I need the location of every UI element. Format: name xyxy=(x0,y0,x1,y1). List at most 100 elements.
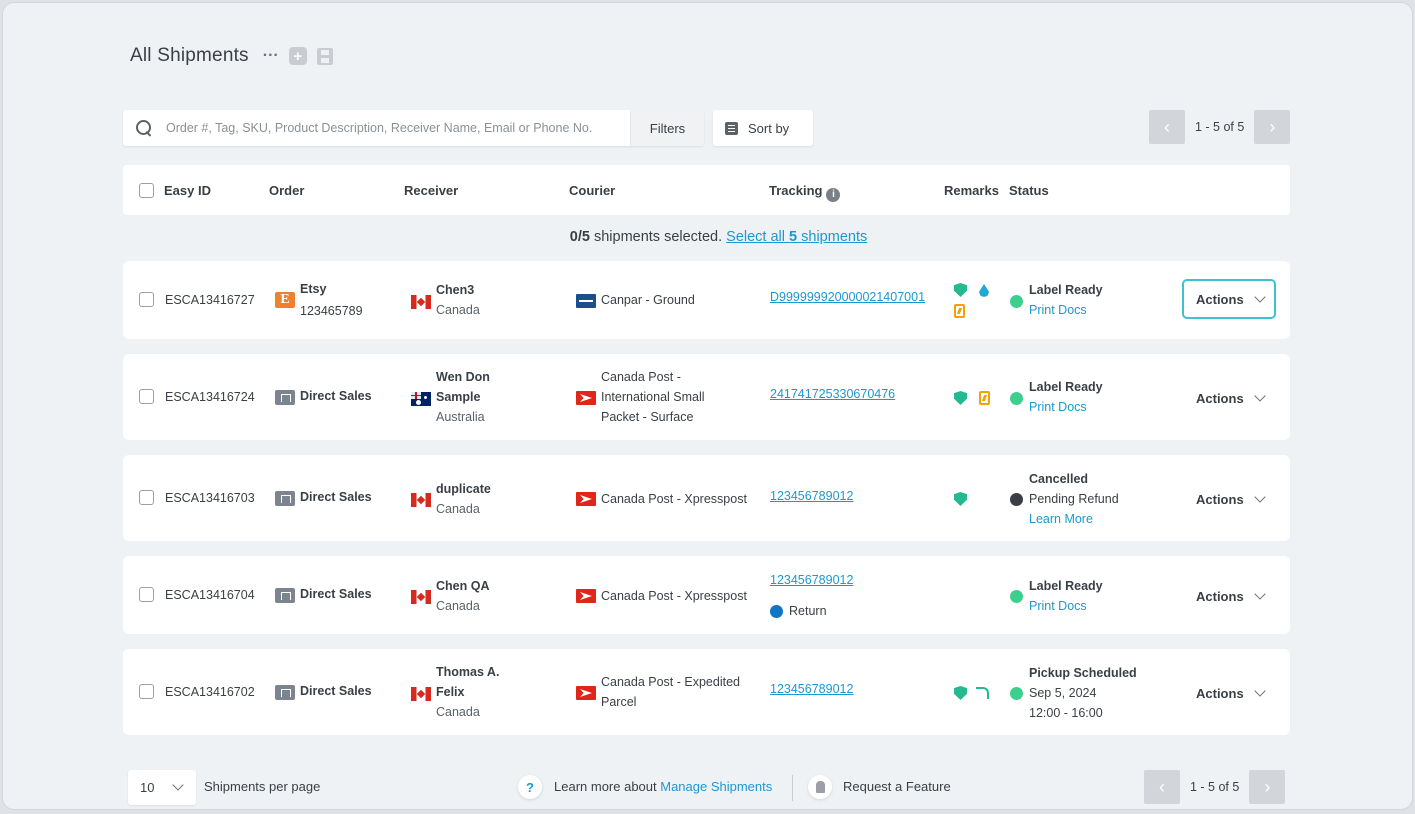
easy-id: ESCA13416704 xyxy=(165,588,255,602)
receiver-country: Canada xyxy=(436,599,480,613)
insurance-shield-icon xyxy=(954,686,967,700)
header-status: Status xyxy=(1009,183,1049,198)
page-title: All Shipments xyxy=(130,45,249,66)
actions-dropdown[interactable]: Actions xyxy=(1184,576,1278,616)
actions-label: Actions xyxy=(1196,291,1244,307)
order-number: 123465789 xyxy=(300,304,363,318)
chevron-down-icon xyxy=(1254,389,1266,402)
pagination-top: ‹ 1 - 5 of 5 › xyxy=(1149,110,1291,144)
request-feature-link[interactable]: Request a Feature xyxy=(843,779,951,794)
receiver-country: Canada xyxy=(436,705,480,719)
filters-button[interactable]: Filters xyxy=(630,110,704,146)
actions-dropdown[interactable]: Actions xyxy=(1184,378,1278,418)
footer-divider xyxy=(792,775,793,801)
row-checkbox[interactable] xyxy=(139,587,154,602)
header-easy-id: Easy ID xyxy=(164,183,211,198)
order-source: Direct Sales xyxy=(300,490,372,504)
pagination-range: 1 - 5 of 5 xyxy=(1190,780,1240,794)
courier-name-line-2: International Small xyxy=(601,390,705,404)
page-header: All Shipments ··· + xyxy=(130,45,333,67)
order-source: Direct Sales xyxy=(300,587,372,601)
next-page-button[interactable]: › xyxy=(1254,110,1291,144)
pagination-range: 1 - 5 of 5 xyxy=(1195,120,1245,134)
header-tracking: Tracking i xyxy=(769,183,841,202)
store-icon xyxy=(275,685,295,700)
save-view-icon[interactable] xyxy=(316,47,333,65)
canada-post-logo-icon xyxy=(576,686,596,700)
prev-page-button[interactable]: ‹ xyxy=(1149,110,1185,144)
per-page-select[interactable]: 10 xyxy=(128,770,196,805)
canada-flag-icon xyxy=(411,493,431,507)
status-dot xyxy=(1010,392,1023,405)
store-icon xyxy=(275,390,295,405)
actions-label: Actions xyxy=(1196,588,1244,604)
actions-dropdown[interactable]: Actions xyxy=(1184,673,1278,713)
print-docs-link[interactable]: Print Docs xyxy=(1029,300,1087,320)
row-checkbox[interactable] xyxy=(139,292,154,307)
australia-flag-icon xyxy=(411,392,431,406)
print-docs-link[interactable]: Print Docs xyxy=(1029,397,1087,417)
actions-label: Actions xyxy=(1196,685,1244,701)
receiver-name: Wen Don xyxy=(436,370,490,384)
next-page-button[interactable]: › xyxy=(1249,770,1286,804)
sort-by-button[interactable]: Sort by xyxy=(713,110,813,146)
easy-id: ESCA13416703 xyxy=(165,491,255,505)
canada-post-logo-icon xyxy=(576,391,596,405)
liquid-drop-icon xyxy=(979,284,989,297)
select-all-checkbox[interactable] xyxy=(139,183,154,198)
feature-request-icon[interactable] xyxy=(808,775,832,799)
prev-page-button[interactable]: ‹ xyxy=(1144,770,1180,804)
table-header: Easy ID Order Receiver Courier Tracking i… xyxy=(123,165,1290,215)
info-icon[interactable]: i xyxy=(826,188,841,202)
actions-dropdown[interactable]: Actions xyxy=(1182,279,1276,319)
actions-label: Actions xyxy=(1196,390,1244,406)
status-label: Cancelled xyxy=(1029,472,1089,486)
status-dot xyxy=(1010,687,1023,700)
tracking-link[interactable]: 241741725330670476 xyxy=(770,384,895,404)
insurance-shield-icon xyxy=(954,492,967,506)
header-receiver: Receiver xyxy=(404,183,459,198)
easy-id: ESCA13416727 xyxy=(165,293,255,307)
search-input[interactable] xyxy=(166,121,616,135)
return-dot xyxy=(770,605,783,618)
add-view-icon[interactable]: + xyxy=(288,47,307,65)
row-checkbox[interactable] xyxy=(139,389,154,404)
more-options-icon[interactable]: ··· xyxy=(263,47,279,65)
print-docs-link[interactable]: Print Docs xyxy=(1029,596,1087,616)
selection-info: 0/5 shipments selected. Select all 5 shi… xyxy=(3,229,1412,245)
manage-shipments-link[interactable]: Manage Shipments xyxy=(660,779,772,794)
easy-id: ESCA13416702 xyxy=(165,685,255,699)
help-icon[interactable]: ? xyxy=(518,775,542,799)
actions-label: Actions xyxy=(1196,491,1244,507)
insurance-shield-icon xyxy=(954,391,967,405)
row-checkbox[interactable] xyxy=(139,490,154,505)
canada-flag-icon xyxy=(411,590,431,604)
status-label: Pickup Scheduled xyxy=(1029,666,1137,680)
per-page-label: Shipments per page xyxy=(204,779,321,794)
select-all-link[interactable]: Select all 5 shipments xyxy=(726,229,867,245)
tracking-link[interactable]: 123456789012 xyxy=(770,570,853,590)
header-tracking-label: Tracking xyxy=(769,183,823,198)
learn-more-link[interactable]: Learn More xyxy=(1029,509,1093,529)
courier-name-line-2: Parcel xyxy=(601,695,637,709)
courier-name: Canada Post - Expedited xyxy=(601,675,740,689)
actions-dropdown[interactable]: Actions xyxy=(1184,479,1278,519)
status-label: Label Ready xyxy=(1029,380,1103,394)
pagination-bottom: ‹ 1 - 5 of 5 › xyxy=(1144,770,1286,804)
learn-more-text: Learn more about Manage Shipments xyxy=(554,779,773,794)
pickup-time: 12:00 - 16:00 xyxy=(1029,706,1103,720)
per-page-value: 10 xyxy=(140,780,155,795)
header-courier: Courier xyxy=(569,183,616,198)
status-dot xyxy=(1010,493,1023,506)
tracking-link[interactable]: 123456789012 xyxy=(770,486,853,506)
table-row: ESCA13416704 Direct Sales Chen QA Canada… xyxy=(123,556,1290,634)
courier-name-line-3: Packet - Surface xyxy=(601,410,694,424)
receiver-name: duplicate xyxy=(436,482,491,496)
tracking-link[interactable]: D999999920000021407001 xyxy=(770,287,925,307)
etsy-icon: E xyxy=(275,292,295,308)
receiver-country: Australia xyxy=(436,410,485,424)
row-checkbox[interactable] xyxy=(139,684,154,699)
chevron-down-icon xyxy=(172,779,185,791)
tracking-link[interactable]: 123456789012 xyxy=(770,679,853,699)
app-frame: All Shipments ··· + Filters Sort by ‹ 1 … xyxy=(2,2,1413,810)
